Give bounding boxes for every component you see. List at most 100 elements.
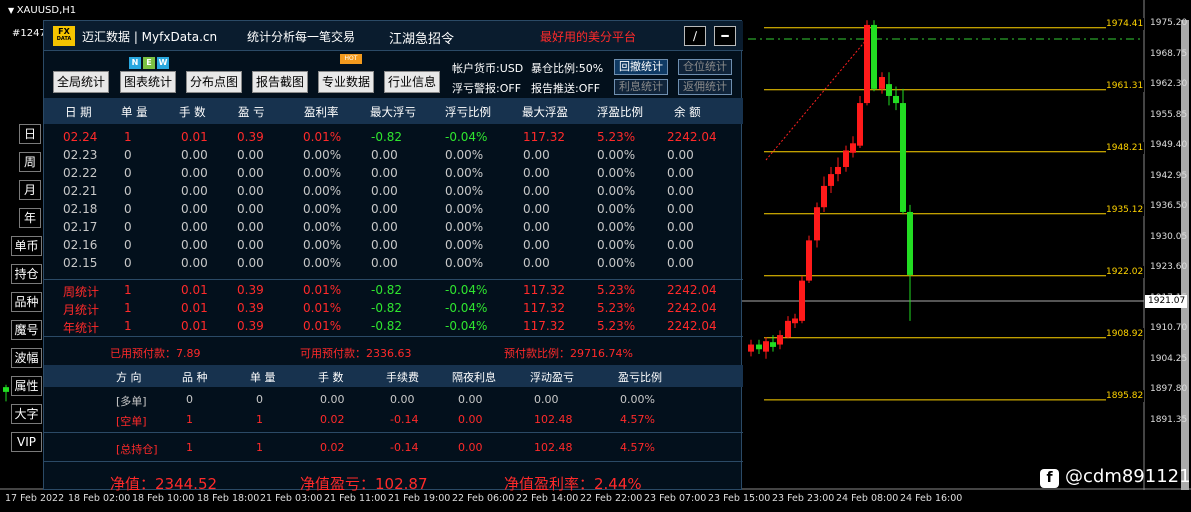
position-cell: 4.57% (620, 441, 655, 454)
daily-row: 02.21 0 0.00 0.00 0.00% 0.00 0.00% 0.00 0.00% 0.0… (44, 182, 743, 200)
daily-cell: 0.00 (237, 256, 264, 270)
tab-industry-info[interactable]: 行业信息 (384, 71, 440, 93)
side-button-volatility[interactable]: 波幅 (11, 348, 42, 368)
tab-global-stats[interactable]: 全局统计 (53, 71, 109, 93)
side-button-magic[interactable]: 魔号 (11, 320, 42, 340)
daily-cell: 117.32 (523, 130, 565, 144)
promo-text[interactable]: 最好用的美分平台 (540, 28, 636, 45)
daily-cell: 0.00 (237, 238, 264, 252)
daily-cell: 0.00% (597, 202, 636, 216)
fxdata-logo: FX DATA (53, 26, 75, 46)
side-button-year[interactable]: 年 (19, 208, 41, 228)
col-direction: 方 向 (116, 371, 142, 384)
time-axis-label: 17 Feb 2022 (5, 493, 65, 504)
daily-cell: 0 (124, 220, 132, 234)
daily-cell: 0.00 (371, 202, 398, 216)
pen-icon[interactable]: ∕ (684, 26, 706, 46)
candle-body (864, 24, 870, 104)
summary-cell: -0.82 (371, 319, 403, 333)
daily-cell: 02.21 (63, 184, 98, 198)
summary-row: 月统计 1 0.01 0.39 0.01% -0.82 -0.04% 117.32 5.23% 2… (44, 299, 743, 317)
rebate-stats-button[interactable]: 返佣统计 (678, 79, 732, 95)
daily-row: 02.18 0 0.00 0.00 0.00% 0.00 0.00% 0.00 0.00% 0.0… (44, 200, 743, 218)
side-button-symbol[interactable]: 品种 (11, 292, 42, 312)
dropdown-arrow-icon[interactable]: ▼ (8, 6, 17, 15)
daily-cell: 0.00 (667, 166, 694, 180)
daily-cell: -0.82 (371, 130, 403, 144)
col-max-float-profit: 最大浮盈 (522, 105, 568, 119)
positions-table-header: 方 向 品 种 单 量 手 数 手续费 隔夜利息 浮动盈亏 盈亏比例 (44, 365, 743, 387)
daily-cell: 0.00% (445, 184, 484, 198)
tab-pro-data[interactable]: 专业数据 (318, 71, 374, 93)
daily-cell: 0.00 (371, 148, 398, 162)
hot-badge: HOT (340, 54, 362, 64)
time-axis-label: 23 Feb 15:00 (708, 493, 771, 504)
daily-cell: 0.00% (445, 166, 484, 180)
side-button-single-currency[interactable]: 单币 (11, 236, 42, 256)
daily-row: 02.16 0 0.00 0.00 0.00% 0.00 0.00% 0.00 0.00% 0.0… (44, 236, 743, 254)
summary-cell: 1 (124, 301, 132, 315)
facebook-icon: f (1040, 469, 1059, 488)
side-button-large-font[interactable]: 大字 (11, 404, 42, 424)
position-stats-button[interactable]: 仓位统计 (678, 59, 732, 75)
summary-cell: 5.23% (597, 319, 636, 333)
new-badge-e: E (143, 57, 155, 69)
summary-cell: 1 (124, 283, 132, 297)
new-badge-w: W (157, 57, 169, 69)
daily-cell: 0.00 (181, 256, 208, 270)
time-axis-label: 18 Feb 02:00 (68, 493, 131, 504)
daily-cell: 5.23% (597, 130, 636, 144)
daily-cell: 0 (124, 148, 132, 162)
daily-cell: 0.00 (371, 220, 398, 234)
position-cell: [多单] (116, 395, 147, 408)
float-alert: 浮亏警报:OFF (452, 82, 522, 95)
tab-report-screenshot[interactable]: 报告截图 (252, 71, 308, 93)
col-pnl: 盈 亏 (238, 105, 265, 119)
daily-cell: 0.00 (371, 256, 398, 270)
level-label: 1935.12 (1106, 203, 1144, 216)
time-axis-label: 22 Feb 14:00 (516, 493, 579, 504)
candle-body (814, 207, 820, 241)
daily-cell: 0.00% (445, 238, 484, 252)
interest-stats-button[interactable]: 利息统计 (614, 79, 668, 95)
price-axis-label: 1891.35 (1150, 415, 1188, 425)
candle-body (806, 240, 812, 281)
side-button-month[interactable]: 月 (19, 180, 41, 200)
daily-cell: 0.00 (181, 166, 208, 180)
minimize-icon[interactable]: ━ (714, 26, 736, 46)
summary-cell: 0.01% (303, 283, 342, 297)
daily-cell: 0.00% (597, 238, 636, 252)
side-button-vip[interactable]: VIP (11, 432, 42, 452)
drawdown-stats-button[interactable]: 回撤统计 (614, 59, 668, 75)
price-axis-label: 1897.80 (1150, 384, 1188, 395)
price-axis-label: 1936.50 (1150, 201, 1188, 212)
daily-cell: 0.00 (181, 238, 208, 252)
tab-distribution[interactable]: 分布点图 (186, 71, 242, 93)
daily-cell: 02.16 (63, 238, 98, 252)
side-button-positions[interactable]: 持仓 (11, 264, 42, 284)
time-axis-label: 18 Feb 18:00 (197, 493, 260, 504)
tab-chart-stats[interactable]: 图表统计 (120, 71, 176, 93)
price-axis-label: 1968.75 (1150, 48, 1188, 59)
daily-cell: 0.00 (181, 148, 208, 162)
candle-body (763, 341, 769, 352)
col-pnl-ratio: 盈亏比例 (618, 371, 662, 384)
daily-cell: 0.00 (237, 148, 264, 162)
summary-cell: 月统计 (63, 303, 100, 317)
daily-cell: 1 (124, 130, 132, 144)
daily-cell: 0.00 (523, 202, 550, 216)
daily-cell: 0.00% (445, 220, 484, 234)
col-order-count: 单 量 (250, 371, 276, 384)
time-axis-label: 22 Feb 22:00 (580, 493, 643, 504)
equity-value: 净值：2344.52 (110, 475, 218, 493)
daily-cell: 0.00 (667, 256, 694, 270)
side-button-properties[interactable]: 属性 (11, 376, 42, 396)
daily-cell: 0.00% (303, 166, 342, 180)
brand-name: 迈汇数据 | MyfxData.cn (82, 30, 218, 44)
summary-cell: 周统计 (63, 285, 100, 299)
position-cell: 1 (256, 413, 263, 426)
summary-cell: -0.82 (371, 301, 403, 315)
daily-cell: 0 (124, 166, 132, 180)
side-button-day[interactable]: 日 (19, 124, 41, 144)
side-button-week[interactable]: 周 (19, 152, 41, 172)
